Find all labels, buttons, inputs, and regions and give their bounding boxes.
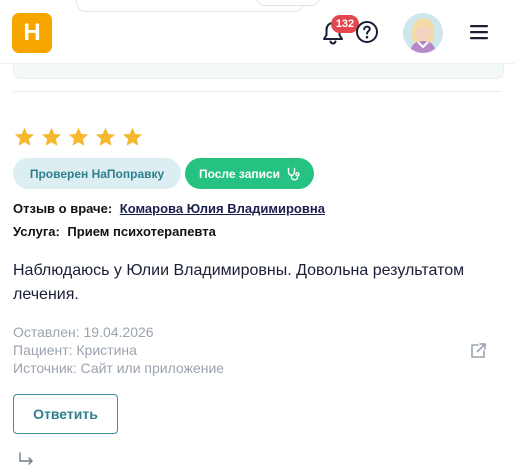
external-link-icon[interactable] bbox=[469, 342, 487, 360]
after-visit-badge: После записи bbox=[185, 158, 314, 189]
star-icon bbox=[68, 127, 89, 146]
verified-badge-label: Проверен НаПоправку bbox=[29, 166, 165, 181]
reply-button-label: Ответить bbox=[33, 406, 98, 422]
doctor-label: Отзыв о враче: bbox=[13, 201, 113, 216]
reply-arrow-icon bbox=[19, 452, 33, 465]
previous-review-card bbox=[13, 64, 504, 79]
service-name: Прием психотерапевта bbox=[67, 224, 216, 239]
rating-stars bbox=[13, 126, 144, 149]
review-date: Оставлен: 19.04.2026 bbox=[13, 324, 154, 340]
doctor-line: Отзыв о враче: Комарова Юлия Владимировн… bbox=[13, 201, 325, 216]
service-label: Услуга: bbox=[13, 224, 60, 239]
menu-icon[interactable] bbox=[468, 23, 490, 41]
help-icon[interactable] bbox=[355, 20, 379, 44]
verified-badge: Проверен НаПоправку bbox=[13, 158, 181, 189]
star-icon bbox=[95, 127, 116, 146]
review-divider bbox=[13, 91, 502, 92]
stethoscope-icon bbox=[287, 167, 300, 181]
review-patient: Пациент: Кристина bbox=[13, 342, 137, 358]
reply-button[interactable]: Ответить bbox=[13, 394, 118, 434]
star-icon bbox=[14, 127, 35, 146]
after-visit-badge-label: После записи bbox=[198, 166, 281, 181]
review-text: Наблюдаюсь у Юлии Владимировны. Довольна… bbox=[13, 262, 465, 303]
avatar[interactable] bbox=[403, 13, 443, 53]
review-source: Источник: Сайт или приложение bbox=[13, 360, 225, 376]
star-icon bbox=[41, 127, 62, 146]
logo-letter: Н bbox=[23, 19, 41, 46]
service-line: Услуга: Прием психотерапевта bbox=[13, 224, 216, 239]
review-page: Н 132 Проверен НаПоправку После записи О… bbox=[0, 0, 515, 465]
logo[interactable]: Н bbox=[12, 13, 52, 53]
doctor-name-link[interactable]: Комарова Юлия Владимировна bbox=[120, 201, 325, 216]
star-icon bbox=[122, 127, 143, 146]
search-dropdown-button-edge[interactable] bbox=[256, 0, 320, 6]
